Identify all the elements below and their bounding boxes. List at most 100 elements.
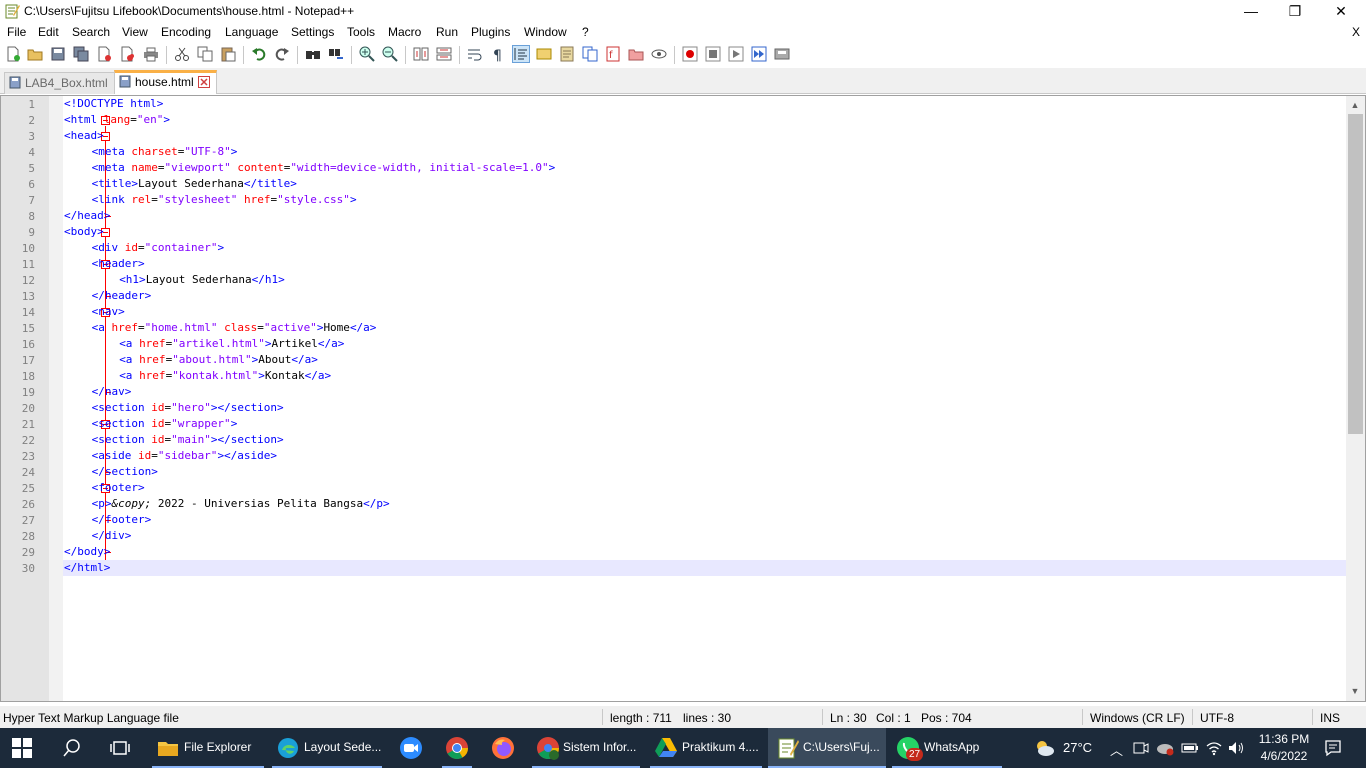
undo-icon[interactable] [251, 46, 267, 62]
taskbar-firefox[interactable] [480, 728, 526, 768]
wifi-icon[interactable] [1206, 740, 1222, 756]
menu-run[interactable]: Run [436, 25, 458, 39]
vertical-scrollbar[interactable]: ▲ ▼ [1346, 96, 1365, 701]
open-file-icon[interactable] [27, 46, 43, 62]
taskbar-edge[interactable]: Layout Sede... [268, 728, 386, 768]
code-line[interactable]: <aside id="sidebar"></aside> [64, 448, 277, 464]
task-view-icon[interactable] [110, 738, 130, 758]
menu-tools[interactable]: Tools [347, 25, 375, 39]
code-line[interactable]: <head> [64, 128, 104, 144]
fold-margin[interactable] [49, 96, 111, 701]
code-line[interactable]: <link rel="stylesheet" href="style.css"> [64, 192, 357, 208]
status-encoding[interactable]: UTF-8 [1200, 711, 1234, 725]
code-line[interactable]: <meta charset="UTF-8"> [64, 144, 238, 160]
close-all-icon[interactable] [119, 46, 135, 62]
taskbar-sistem-informasi[interactable]: Sistem Infor... [528, 728, 644, 768]
sync-vertical-icon[interactable] [413, 46, 429, 62]
new-file-icon[interactable] [5, 46, 21, 62]
notifications-icon[interactable] [1324, 739, 1342, 757]
taskbar-file-explorer[interactable]: File Explorer [148, 728, 268, 768]
code-line[interactable]: <footer> [64, 480, 145, 496]
close-tab-icon[interactable] [197, 76, 210, 88]
find-icon[interactable] [305, 46, 321, 62]
redo-icon[interactable] [274, 46, 290, 62]
code-line[interactable]: <a href="kontak.html">Kontak</a> [64, 368, 331, 384]
code-line[interactable]: <section id="wrapper"> [64, 416, 238, 432]
code-line[interactable]: <body> [64, 224, 104, 240]
save-all-icon[interactable] [73, 46, 89, 62]
show-hidden-icons-icon[interactable]: ︿ [1110, 740, 1123, 759]
menu-window[interactable]: Window [524, 25, 567, 39]
temperature[interactable]: 27°C [1063, 740, 1092, 755]
menu-encoding[interactable]: Encoding [161, 25, 211, 39]
menu-language[interactable]: Language [225, 25, 278, 39]
print-icon[interactable] [143, 46, 159, 62]
paste-icon[interactable] [220, 46, 236, 62]
code-line[interactable]: <!DOCTYPE html> [64, 96, 163, 112]
code-line[interactable]: <a href="home.html" class="active">Home<… [64, 320, 377, 336]
taskbar-whatsapp[interactable]: 27 WhatsApp [888, 728, 1006, 768]
monitoring-icon[interactable] [651, 46, 667, 62]
code-line[interactable]: <a href="about.html">About</a> [64, 352, 318, 368]
code-line[interactable]: <title>Layout Sederhana</title> [64, 176, 297, 192]
code-line[interactable]: </html> [64, 560, 110, 576]
taskbar-chrome[interactable] [434, 728, 480, 768]
copy-icon[interactable] [197, 46, 213, 62]
play-macro-icon[interactable] [728, 46, 744, 62]
status-eol[interactable]: Windows (CR LF) [1090, 711, 1185, 725]
code-line[interactable]: <div id="container"> [64, 240, 224, 256]
close-document-button[interactable]: X [1352, 25, 1360, 39]
code-line[interactable]: </nav> [64, 384, 132, 400]
code-line[interactable]: </head> [64, 208, 110, 224]
menu-file[interactable]: File [7, 25, 26, 39]
menu-plugins[interactable]: Plugins [471, 25, 510, 39]
menu-help[interactable]: ? [582, 25, 589, 39]
weather-icon[interactable] [1032, 736, 1056, 760]
close-button[interactable]: ✕ [1318, 0, 1364, 22]
status-insert-mode[interactable]: INS [1320, 711, 1340, 725]
scroll-up-icon[interactable]: ▲ [1350, 100, 1360, 110]
record-macro-icon[interactable] [682, 46, 698, 62]
code-line[interactable]: </div> [64, 528, 132, 544]
word-wrap-icon[interactable] [467, 46, 483, 62]
cut-icon[interactable] [174, 46, 190, 62]
function-list-icon[interactable]: f [605, 46, 621, 62]
code-line[interactable]: <html lang="en"> [64, 112, 170, 128]
meet-now-icon[interactable] [1133, 740, 1149, 756]
menu-search[interactable]: Search [72, 25, 110, 39]
folder-workspace-icon[interactable] [628, 46, 644, 62]
save-icon[interactable] [50, 46, 66, 62]
search-icon[interactable] [62, 738, 82, 758]
sync-horizontal-icon[interactable] [436, 46, 452, 62]
tab-lab4-box[interactable]: LAB4_Box.html [4, 72, 115, 94]
taskbar-praktikum[interactable]: Praktikum 4.... [646, 728, 766, 768]
user-language-icon[interactable] [536, 46, 552, 62]
stop-macro-icon[interactable] [705, 46, 721, 62]
code-line[interactable]: <meta name="viewport" content="width=dev… [64, 160, 556, 176]
document-map-icon[interactable] [559, 46, 575, 62]
document-list-icon[interactable] [582, 46, 598, 62]
scrollbar-thumb[interactable] [1348, 114, 1363, 434]
save-macro-icon[interactable] [774, 46, 790, 62]
replace-icon[interactable] [328, 46, 344, 62]
run-macro-multiple-icon[interactable] [751, 46, 767, 62]
clock-time[interactable]: 11:36 PM [1256, 732, 1312, 746]
onedrive-icon[interactable] [1156, 740, 1174, 756]
taskbar-zoom[interactable] [388, 728, 434, 768]
code-editor[interactable]: 1 <!DOCTYPE html> 2 <html lang="en"> 3 <head>… [0, 95, 1366, 702]
zoom-in-icon[interactable] [359, 46, 375, 62]
code-line[interactable]: </header> [64, 288, 152, 304]
menu-edit[interactable]: Edit [38, 25, 59, 39]
tab-house-html[interactable]: house.html [114, 70, 217, 94]
show-all-chars-icon[interactable]: ¶ [490, 46, 506, 62]
battery-icon[interactable] [1181, 740, 1199, 756]
code-line[interactable]: <nav> [64, 304, 125, 320]
menu-settings[interactable]: Settings [291, 25, 334, 39]
code-line[interactable]: <section id="hero"></section> [64, 400, 284, 416]
close-file-icon[interactable] [96, 46, 112, 62]
code-line[interactable]: </footer> [64, 512, 152, 528]
scroll-down-icon[interactable]: ▼ [1350, 686, 1360, 696]
clock-date[interactable]: 4/6/2022 [1256, 749, 1312, 763]
code-line[interactable]: <section id="main"></section> [64, 432, 284, 448]
taskbar-notepadpp[interactable]: C:\Users\Fuj... [768, 728, 886, 768]
